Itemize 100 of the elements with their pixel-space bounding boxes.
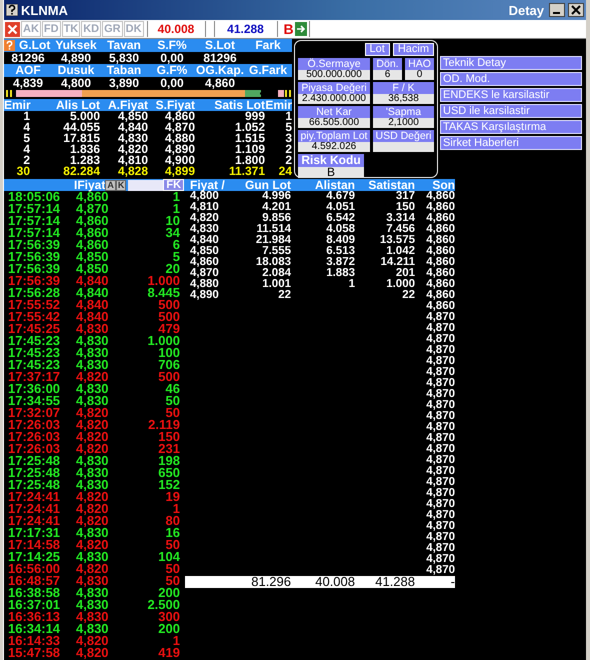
- table-cell-text: 2: [284, 144, 292, 155]
- value-field: B: [298, 167, 364, 178]
- table-cell-text: 4,860: [425, 290, 455, 301]
- column-header: A.Fiyat: [106, 99, 148, 111]
- close-icon[interactable]: [5, 22, 20, 36]
- table-cell-text: 5,830: [108, 52, 140, 64]
- field-label: Dön.: [373, 58, 402, 70]
- table-cell-text: 4,850: [76, 251, 110, 263]
- table-cell-text: 4,870: [425, 312, 455, 323]
- table-cell-text: 4,850: [189, 246, 220, 257]
- table-cell-text: 4,820: [76, 491, 110, 503]
- table-cell-text: 4,840: [76, 287, 110, 299]
- table-cell-text: 4,860: [425, 202, 455, 213]
- value-field: 0: [405, 70, 434, 80]
- table-cell-text: 4,890: [164, 144, 195, 155]
- table-cell-text: 1.109: [234, 144, 265, 155]
- arrow-icon[interactable]: [294, 22, 307, 36]
- toggle-button[interactable]: Hacim: [392, 43, 434, 56]
- table-cell-text: 11.371: [228, 166, 265, 177]
- column-header: Fiyat /: [189, 179, 226, 191]
- table-cell-text: 4,870: [425, 411, 455, 422]
- table-cell-text: 0,00: [159, 76, 185, 89]
- table-cell-text: 1: [284, 111, 292, 122]
- field-label: F / K: [373, 82, 434, 94]
- table-cell-text: 4,860: [76, 191, 110, 203]
- table-cell-text: 4,880: [189, 279, 220, 290]
- table-cell-text: 5: [22, 133, 30, 144]
- table-cell-text: 1.052: [234, 122, 265, 133]
- menu-button[interactable]: OD. Mod.: [440, 72, 582, 86]
- column-header: S.Fiyat: [154, 99, 195, 111]
- menu-button[interactable]: TAKAS Karşılaştırma: [440, 120, 582, 134]
- value-field: 66.505.000: [298, 118, 370, 128]
- table-cell-text: 4,830: [189, 224, 220, 235]
- table-cell-text: 4,870: [425, 367, 455, 378]
- table-cell-text: 8.445: [146, 287, 180, 299]
- table-cell-text: 4,860: [76, 215, 110, 227]
- table-cell-text: 17:57:14: [7, 215, 62, 227]
- table-cell-text: 17:56:39: [7, 275, 62, 287]
- menu-button[interactable]: Teknik Detay: [440, 56, 582, 70]
- filter-field[interactable]: [128, 180, 164, 190]
- table-cell-text: 22: [277, 290, 291, 301]
- table-cell-text: 4,880: [164, 133, 195, 144]
- column-header: Gun Lot: [244, 179, 291, 191]
- table-cell-text: 44.055: [62, 122, 100, 133]
- column-header: Tavan: [106, 39, 142, 52]
- table-cell-text: 4,820: [76, 563, 110, 575]
- minimize-button[interactable]: [549, 3, 565, 17]
- field-label: Ö.Sermaye: [298, 58, 370, 70]
- table-cell-text: 4,830: [76, 455, 110, 467]
- small-button[interactable]: K: [116, 180, 126, 190]
- table-cell-text: 4,830: [76, 335, 110, 347]
- ask-total-field: 41.288: [214, 21, 278, 37]
- table-cell-text: 1.800: [234, 155, 265, 166]
- table-cell-text: 17:45:25: [7, 323, 62, 335]
- table-cell-text: 17:45:23: [7, 347, 62, 359]
- table-cell-text: 4,820: [76, 371, 110, 383]
- table-cell-text: 4,870: [425, 389, 455, 400]
- table-cell-text: 4: [22, 122, 30, 133]
- menu-button[interactable]: Sirket Haberleri: [440, 136, 582, 150]
- table-cell-text: 4,830: [76, 623, 110, 635]
- table-cell-text: 201: [394, 268, 415, 279]
- table-cell-text: 41.288: [374, 576, 415, 588]
- table-cell-text: 17:56:28: [7, 287, 62, 299]
- column-header: Emir: [4, 99, 30, 111]
- window-subtitle: Detay: [508, 2, 544, 18]
- table-cell-text: 17:14:25: [7, 551, 62, 563]
- table-cell-text: 4,860: [425, 224, 455, 235]
- table-cell-text: 4,890: [189, 290, 220, 301]
- column-header: AOF: [14, 64, 42, 76]
- filter-button[interactable]: FK: [163, 179, 184, 191]
- table-cell-text: 4,870: [164, 122, 195, 133]
- table-cell-text: 17:25:48: [7, 467, 62, 479]
- table-cell-text: 17:26:03: [7, 419, 62, 431]
- table-cell-text: 20: [166, 263, 180, 275]
- table-cell-text: 17:55:42: [7, 311, 62, 323]
- close-button[interactable]: [568, 3, 584, 17]
- small-button[interactable]: A: [105, 180, 116, 190]
- table-cell-text: 1.000: [146, 275, 180, 287]
- field-label: USD Değeri: [373, 130, 434, 142]
- table-cell-text: 4,860: [425, 191, 455, 202]
- table-cell-text: 4,890: [60, 52, 92, 64]
- table-cell-text: 4,850: [118, 111, 148, 122]
- table-cell-text: 1: [172, 191, 180, 203]
- column-header: Satis Lot: [213, 99, 265, 111]
- table-cell-text: 4,820: [189, 213, 220, 224]
- table-cell-text: 50: [166, 575, 180, 587]
- table-cell-text: 10: [164, 215, 180, 227]
- table-cell-text: 19: [166, 491, 180, 503]
- toggle-button[interactable]: Lot: [364, 43, 390, 56]
- table-cell-text: 4,870: [425, 356, 455, 367]
- menu-button[interactable]: USD ile karsilastir: [440, 104, 582, 118]
- table-cell-text: 81.296: [250, 576, 291, 588]
- menu-button[interactable]: ENDEKS le karsilastir: [440, 88, 582, 102]
- field-label: Risk Kodu: [298, 154, 364, 167]
- table-cell-text: 4,830: [76, 479, 110, 491]
- bid-total-field: 40.008: [146, 21, 206, 37]
- table-cell-text: 4,830: [76, 347, 110, 359]
- table-cell-text: 1.515: [234, 133, 265, 144]
- table-cell-text: 4,830: [76, 467, 110, 479]
- table-cell-text: 4,820: [76, 431, 110, 443]
